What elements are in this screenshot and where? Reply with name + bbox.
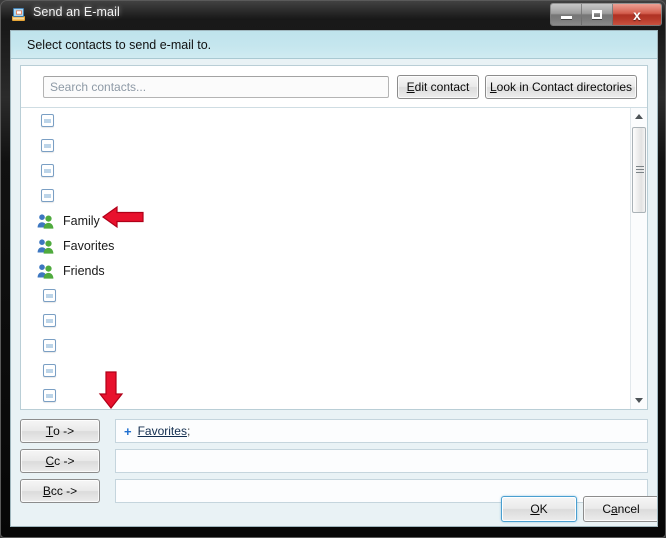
to-button-label: o ->: [53, 424, 75, 438]
instruction-text: Select contacts to send e-mail to.: [27, 38, 212, 52]
search-toolbar: Edit contact Look in Contact directories: [21, 66, 647, 108]
list-item[interactable]: [21, 158, 647, 183]
list-item-family[interactable]: Family: [21, 208, 647, 233]
maximize-button[interactable]: [582, 4, 613, 25]
look-in-directories-accel: L: [489, 80, 497, 94]
list-item-favorites[interactable]: Favorites: [21, 233, 647, 258]
close-button[interactable]: x: [613, 4, 661, 25]
placeholder-image-icon: [43, 339, 56, 352]
dialog-window: Send an E-mail x Select contacts to send…: [0, 0, 666, 538]
scroll-up-button[interactable]: [631, 108, 647, 125]
placeholder-image-icon: [43, 314, 56, 327]
cancel-button-accel: a: [610, 502, 618, 516]
window-title: Send an E-mail: [33, 5, 120, 19]
add-recipient-icon[interactable]: +: [124, 424, 132, 439]
list-item[interactable]: [21, 283, 647, 308]
list-item[interactable]: [21, 383, 647, 408]
scroll-down-button[interactable]: [631, 392, 647, 409]
window-controls: x: [550, 3, 662, 26]
contact-list[interactable]: Family Favorites Friends: [21, 108, 647, 409]
chevron-up-icon: [635, 114, 643, 119]
instruction-banner: Select contacts to send e-mail to.: [11, 31, 657, 59]
ok-button-label: K: [539, 502, 548, 516]
edit-contact-accel: E: [406, 80, 415, 94]
look-in-contact-directories-button[interactable]: Look in Contact directories: [485, 75, 637, 99]
list-item[interactable]: [21, 333, 647, 358]
cc-row: Cc ->: [20, 449, 648, 473]
minimize-button[interactable]: [551, 4, 582, 25]
list-item[interactable]: [21, 408, 647, 409]
placeholder-image-icon: [43, 364, 56, 377]
list-item[interactable]: [21, 308, 647, 333]
email-window-icon: [11, 7, 27, 23]
placeholder-image-icon: [43, 289, 56, 302]
list-item-friends[interactable]: Friends: [21, 258, 647, 283]
bcc-button-label: cc ->: [50, 484, 78, 498]
bcc-button[interactable]: Bcc ->: [20, 479, 100, 503]
placeholder-image-icon: [41, 114, 54, 127]
grip-icon: [636, 166, 644, 174]
bcc-button-accel: B: [42, 484, 51, 498]
placeholder-image-icon: [41, 139, 54, 152]
cc-button[interactable]: Cc ->: [20, 449, 100, 473]
look-in-directories-label: ook in Contact directories: [496, 80, 633, 94]
to-field[interactable]: + Favorites;: [115, 419, 648, 443]
group-label: Family: [63, 213, 100, 228]
contact-group-icon: [37, 213, 55, 229]
to-row: To -> + Favorites;: [20, 419, 648, 443]
cancel-button-pre: C: [602, 502, 611, 516]
cc-button-label: c ->: [54, 454, 75, 468]
list-item[interactable]: [21, 108, 647, 133]
group-label: Friends: [63, 263, 105, 278]
list-item[interactable]: [21, 183, 647, 208]
list-item[interactable]: [21, 133, 647, 158]
to-button[interactable]: To ->: [20, 419, 100, 443]
chevron-down-icon: [635, 398, 643, 403]
group-label: Favorites: [63, 238, 115, 253]
contacts-panel: Edit contact Look in Contact directories: [20, 65, 648, 410]
cc-button-accel: C: [45, 454, 55, 468]
title-bar[interactable]: Send an E-mail x: [1, 1, 665, 29]
recipient-separator: ;: [186, 424, 191, 438]
placeholder-image-icon: [43, 389, 56, 402]
contact-group-icon: [37, 263, 55, 279]
vertical-scrollbar[interactable]: [630, 108, 647, 409]
placeholder-image-icon: [41, 164, 54, 177]
cc-field[interactable]: [115, 449, 648, 473]
minimize-icon: [560, 15, 572, 19]
to-button-accel: T: [45, 424, 54, 438]
edit-contact-button[interactable]: Edit contact: [397, 75, 479, 99]
scrollbar-thumb[interactable]: [632, 127, 646, 213]
contact-group-icon: [37, 238, 55, 254]
close-icon: x: [633, 6, 641, 23]
cancel-button[interactable]: Ca ncel: [583, 496, 657, 522]
ok-button-accel: O: [530, 502, 540, 516]
recipient-chip[interactable]: Favorites: [138, 424, 187, 438]
search-input[interactable]: [43, 76, 389, 98]
client-area: Select contacts to send e-mail to. Edit …: [10, 30, 658, 527]
placeholder-image-icon: [41, 189, 54, 202]
list-item[interactable]: [21, 358, 647, 383]
ok-button[interactable]: OK: [501, 496, 577, 522]
edit-contact-label: dit contact: [414, 80, 470, 94]
maximize-icon: [592, 10, 602, 19]
cancel-button-label: ncel: [617, 502, 640, 516]
